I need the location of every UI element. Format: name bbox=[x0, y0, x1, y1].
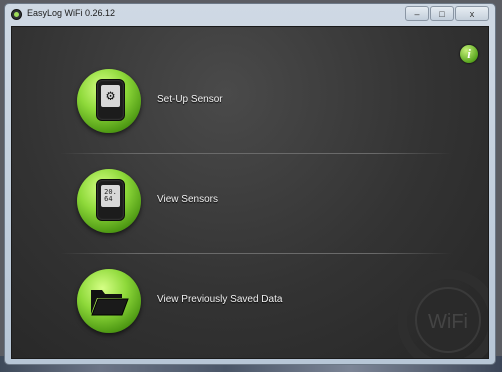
gear-device-icon: ⚙ bbox=[77, 69, 141, 133]
sensor-display-icon: 20. 64 bbox=[77, 169, 141, 233]
setup-sensor-button[interactable]: ⚙ Set-Up Sensor bbox=[77, 69, 457, 139]
view-sensors-label: View Sensors bbox=[157, 194, 218, 205]
setup-sensor-label: Set-Up Sensor bbox=[157, 94, 223, 105]
folder-icon-orb bbox=[77, 269, 141, 333]
window-title: EasyLog WiFi 0.26.12 bbox=[27, 8, 116, 18]
info-button[interactable]: i bbox=[460, 45, 478, 63]
device-screen: 20. 64 bbox=[101, 185, 120, 207]
device-graphic: ⚙ bbox=[96, 79, 125, 121]
app-logo-icon bbox=[11, 9, 22, 20]
wifi-watermark-icon: WiFi bbox=[398, 270, 488, 358]
divider bbox=[60, 153, 452, 154]
close-button[interactable]: x bbox=[455, 6, 489, 21]
view-saved-data-label: View Previously Saved Data bbox=[157, 294, 283, 305]
title-bar[interactable]: EasyLog WiFi 0.26.12 – □ x bbox=[5, 4, 495, 26]
sensor-reading-2: 64 bbox=[104, 195, 113, 203]
device-graphic: 20. 64 bbox=[96, 179, 125, 221]
divider bbox=[60, 253, 452, 254]
gear-icon: ⚙ bbox=[106, 88, 115, 104]
maximize-button[interactable]: □ bbox=[430, 6, 454, 21]
wifi-watermark-text: WiFi bbox=[428, 311, 468, 333]
app-window: EasyLog WiFi 0.26.12 – □ x i ⚙ Set-Up Se… bbox=[4, 3, 496, 365]
window-controls: – □ x bbox=[405, 6, 489, 21]
minimize-button[interactable]: – bbox=[405, 6, 429, 21]
device-screen: ⚙ bbox=[101, 85, 120, 107]
view-sensors-button[interactable]: 20. 64 View Sensors bbox=[77, 169, 457, 239]
main-panel: i ⚙ Set-Up Sensor 20. 64 View Sensors Vi… bbox=[11, 26, 489, 359]
folder-icon bbox=[91, 290, 129, 316]
